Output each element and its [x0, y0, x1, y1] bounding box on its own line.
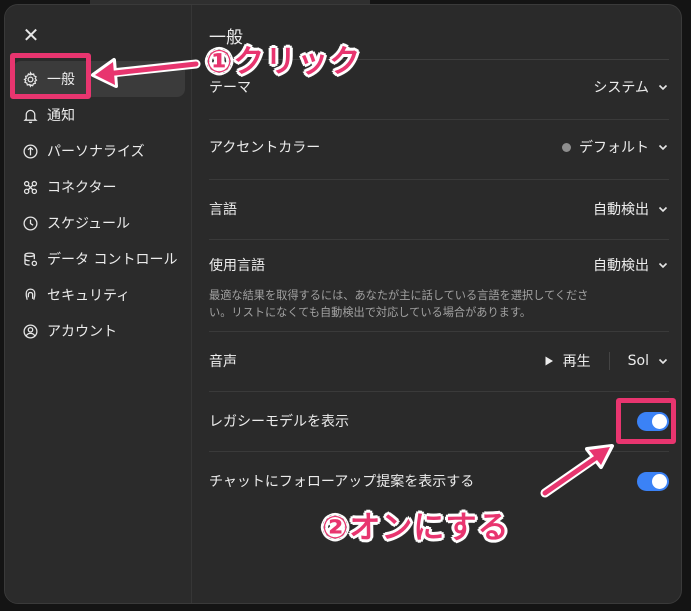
account-icon [21, 322, 39, 340]
accent-color-dot [562, 142, 571, 152]
sidebar-item-account[interactable]: アカウント [13, 313, 185, 349]
clock-icon [21, 214, 39, 232]
divider [209, 119, 669, 120]
bell-icon [21, 106, 39, 124]
voice-row: 音声 再生 Sol [209, 349, 669, 373]
close-button[interactable]: ✕ [19, 23, 43, 47]
sidebar-item-label: アカウント [47, 324, 117, 340]
sidebar-item-data-controls[interactable]: データ コントロール [13, 241, 185, 277]
language-label: 言語 [209, 202, 237, 218]
voice-value: Sol [627, 353, 649, 369]
legacy-models-row: レガシーモデルを表示 [209, 409, 669, 433]
language-row: 言語 自動検出 [209, 197, 669, 221]
chevron-down-icon [657, 81, 669, 93]
divider [209, 179, 669, 180]
language-select[interactable]: 自動検出 [593, 199, 669, 219]
divider [209, 239, 669, 240]
spoken-language-label: 使用言語 [209, 258, 265, 274]
followup-suggestions-label: チャットにフォローアップ提案を表示する [209, 474, 475, 490]
divider [209, 451, 669, 452]
play-icon [543, 355, 555, 367]
settings-nav: 一般 通知 パーソナライズ コネクター スケジュール データ コントロール セキ… [13, 61, 185, 349]
highlight-legacy-toggle-box [616, 398, 676, 444]
sidebar-item-connectors[interactable]: コネクター [13, 169, 185, 205]
sidebar-item-personalize[interactable]: パーソナライズ [13, 133, 185, 169]
divider [209, 331, 669, 332]
highlight-general-box [10, 53, 91, 99]
spoken-language-row: 使用言語 自動検出 [209, 253, 669, 277]
toggle-knob [652, 473, 667, 489]
sidebar-item-label: セキュリティ [47, 288, 131, 304]
voice-controls: 再生 Sol [543, 351, 669, 371]
spoken-language-select[interactable]: 自動検出 [593, 255, 669, 275]
accent-color-select[interactable]: デフォルト [562, 137, 669, 157]
annotation-step2: ②オンにする [322, 510, 510, 546]
divider [608, 352, 610, 370]
sidebar-item-label: データ コントロール [47, 252, 178, 268]
database-icon [21, 250, 39, 268]
accent-color-row: アクセントカラー デフォルト [209, 135, 669, 159]
legacy-models-label: レガシーモデルを表示 [209, 414, 349, 430]
language-value: 自動検出 [593, 202, 649, 218]
sidebar-item-label: 通知 [47, 108, 75, 124]
theme-select[interactable]: システム [593, 77, 669, 97]
connector-icon [21, 178, 39, 196]
sidebar-item-security[interactable]: セキュリティ [13, 277, 185, 313]
sidebar-item-label: パーソナライズ [47, 144, 145, 160]
accent-color-value: デフォルト [579, 140, 649, 156]
personalize-icon [21, 142, 39, 160]
voice-select[interactable]: Sol [628, 353, 669, 369]
security-icon [21, 286, 39, 304]
sidebar-item-schedule[interactable]: スケジュール [13, 205, 185, 241]
close-icon: ✕ [22, 23, 40, 47]
chevron-down-icon [657, 259, 669, 271]
annotation-step1: ①クリック [206, 44, 362, 80]
sidebar-item-label: スケジュール [47, 216, 131, 232]
chevron-down-icon [657, 355, 669, 367]
followup-suggestions-row: チャットにフォローアップ提案を表示する [209, 469, 669, 493]
voice-label: 音声 [209, 354, 237, 370]
sidebar-item-notifications[interactable]: 通知 [13, 97, 185, 133]
spoken-language-value: 自動検出 [593, 258, 649, 274]
theme-value: システム [593, 80, 649, 96]
play-voice-button[interactable]: 再生 [543, 351, 591, 371]
accent-color-label: アクセントカラー [209, 140, 321, 156]
chevron-down-icon [657, 141, 669, 153]
play-label: 再生 [562, 354, 591, 370]
sidebar-item-label: コネクター [47, 180, 117, 196]
divider [209, 391, 669, 392]
chevron-down-icon [657, 203, 669, 215]
followup-suggestions-toggle[interactable] [637, 471, 669, 491]
spoken-language-description: 最適な結果を取得するには、あなたが主に話している言語を選択してください。リストに… [209, 289, 589, 319]
